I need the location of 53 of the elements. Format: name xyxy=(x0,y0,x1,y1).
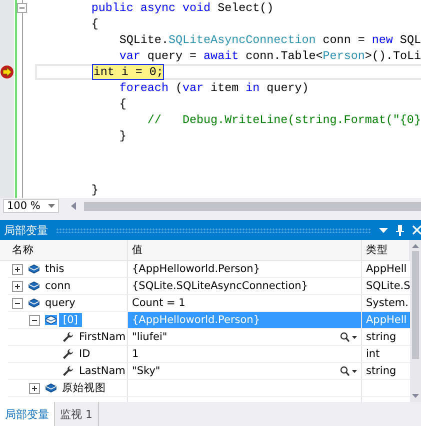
scroll-up-icon[interactable] xyxy=(412,244,420,248)
variable-value: "Sky" xyxy=(132,365,160,377)
dropdown-icon[interactable] xyxy=(379,228,388,232)
expand-toggle[interactable] xyxy=(12,298,23,308)
variable-type: AppHell xyxy=(366,263,407,275)
expand-toggle[interactable] xyxy=(12,264,23,274)
variable-value: Count = 1 xyxy=(132,297,186,309)
panel-title: 局部变量 xyxy=(4,222,48,238)
variable-value: {AppHelloworld.Person} xyxy=(132,314,260,326)
variable-name[interactable]: FirstNam xyxy=(79,331,126,343)
expand-toggle[interactable] xyxy=(29,382,40,394)
variable-value: "liufei" xyxy=(132,331,168,343)
variable-name[interactable]: LastNam xyxy=(79,365,126,377)
code-line: // Debug.WriteLine(string.Format("{0} xyxy=(146,113,421,127)
column-header[interactable]: 值 xyxy=(128,240,362,260)
column-header[interactable]: 名称 xyxy=(8,240,128,260)
vertical-scrollbar[interactable] xyxy=(410,240,421,402)
variable-type: string xyxy=(366,365,396,377)
variable-type: string xyxy=(366,331,396,343)
code-line: } xyxy=(90,183,98,197)
variable-type: int xyxy=(366,348,380,360)
code-line: { xyxy=(118,97,126,111)
variable-name[interactable]: query xyxy=(45,297,76,309)
dropdown-arrow-icon[interactable] xyxy=(48,204,55,208)
code-line: { xyxy=(90,17,98,31)
code-line: foreach (var item in query) xyxy=(118,81,309,95)
variable-value: {AppHelloworld.Person} xyxy=(132,263,260,275)
code-line: } xyxy=(118,129,126,143)
code-line: var query = await conn.Table<Person>().ToLi xyxy=(118,49,421,63)
variable-value: 1 xyxy=(132,348,139,360)
panel-tab[interactable]: 局部变量 xyxy=(0,402,55,426)
visualizer-button[interactable] xyxy=(340,332,357,342)
pin-icon[interactable] xyxy=(396,224,404,236)
code-line: public async void Select() xyxy=(90,1,274,15)
variable-name[interactable]: ID xyxy=(79,348,90,360)
variable-name[interactable]: conn xyxy=(45,280,71,292)
close-icon[interactable] xyxy=(412,225,421,235)
variable-value: {SQLite.SQLiteAsyncConnection} xyxy=(132,280,308,292)
scroll-down-icon[interactable] xyxy=(412,394,420,398)
variable-name[interactable]: 原始视图 xyxy=(62,381,106,395)
variable-name[interactable]: this xyxy=(45,263,64,275)
variable-type: SQLite.S xyxy=(366,280,410,292)
expand-toggle[interactable] xyxy=(12,280,23,292)
visualizer-button[interactable] xyxy=(340,366,357,376)
horizontal-scrollbar[interactable] xyxy=(84,202,421,210)
expand-toggle[interactable] xyxy=(29,314,40,326)
variable-type: AppHell xyxy=(366,314,407,326)
panel-tab[interactable]: 监视 1 xyxy=(55,402,98,426)
variable-type: System. xyxy=(366,297,408,309)
collapse-toggle[interactable] xyxy=(17,3,28,13)
zoom-dropdown[interactable]: 100 % xyxy=(3,199,59,213)
scroll-left-icon[interactable] xyxy=(71,202,76,210)
code-line: SQLite.SQLiteAsyncConnection conn = new SQL xyxy=(118,33,421,47)
